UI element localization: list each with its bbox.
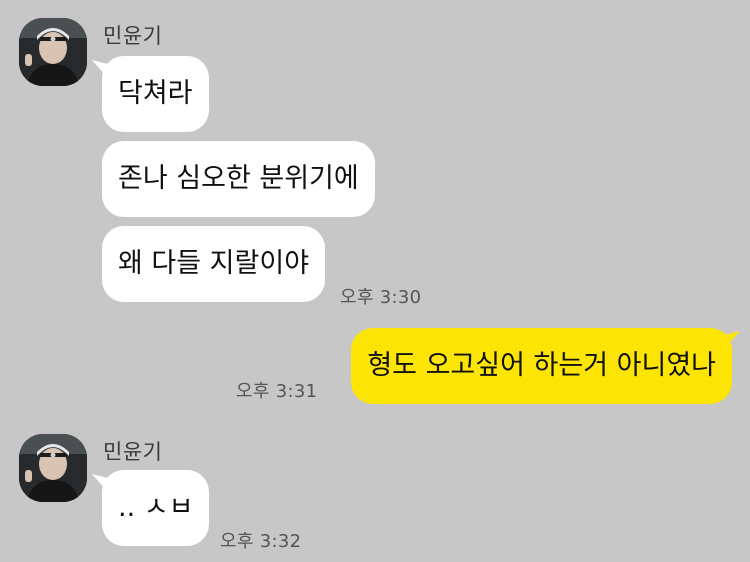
message-bubble[interactable]: 닥쳐라 (102, 56, 209, 132)
message-bubble[interactable]: 존나 심오한 분위기에 (102, 141, 375, 217)
timestamp: 오후 3:32 (220, 531, 302, 552)
bubble-tail (724, 331, 740, 347)
timestamp: 오후 3:30 (340, 287, 422, 308)
sender-name: 민윤기 (103, 24, 163, 48)
avatar[interactable] (19, 434, 87, 502)
message-bubble-outgoing[interactable]: 형도 오고싶어 하는거 아니였나 (351, 328, 732, 404)
avatar[interactable] (19, 18, 87, 86)
sender-name: 민윤기 (103, 440, 163, 464)
message-bubble[interactable]: .. ㅅㅂ (102, 470, 210, 546)
message-bubble[interactable]: 왜 다들 지랄이야 (102, 226, 326, 302)
timestamp: 오후 3:31 (236, 381, 318, 402)
